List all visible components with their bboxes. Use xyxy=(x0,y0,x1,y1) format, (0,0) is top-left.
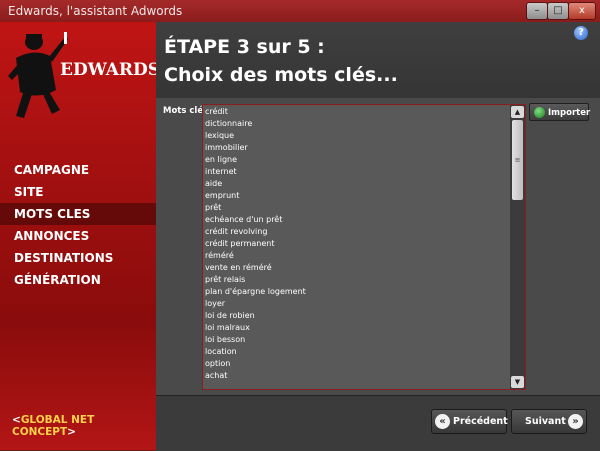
chevron-right-icon: » xyxy=(568,414,583,429)
brand-right-mark: > xyxy=(67,426,76,438)
sidebar: EDWARDS CAMPAGNE SITE MOTS CLES ANNONCES… xyxy=(0,22,160,450)
keyword-row[interactable]: loi besson xyxy=(204,334,510,346)
keyword-row[interactable]: emprunt xyxy=(204,190,510,202)
keyword-row[interactable]: location xyxy=(204,346,510,358)
title-bar[interactable]: Edwards, l'assistant Adwords – □ x xyxy=(0,0,600,22)
page-title: Choix des mots clés... xyxy=(164,64,398,86)
next-label: Suivant xyxy=(525,416,566,427)
keyword-row[interactable]: achat xyxy=(204,370,510,382)
keyword-row[interactable]: option xyxy=(204,358,510,370)
previous-button[interactable]: « Précédent xyxy=(431,409,508,434)
keyword-row[interactable]: crédit xyxy=(204,106,510,118)
import-button[interactable]: Importer xyxy=(529,103,591,121)
sidebar-item-mots-cles[interactable]: MOTS CLES xyxy=(0,203,156,225)
scroll-thumb[interactable]: ≡ xyxy=(512,120,523,200)
keyword-row[interactable]: prêt relais xyxy=(204,274,510,286)
brand-left-mark: < xyxy=(12,414,21,426)
keyword-row[interactable]: aide xyxy=(204,178,510,190)
keyword-row[interactable]: lexique xyxy=(204,130,510,142)
keyword-row[interactable]: internet xyxy=(204,166,510,178)
keyword-row[interactable]: loi malraux xyxy=(204,322,510,334)
sidebar-item-destinations[interactable]: DESTINATIONS xyxy=(0,247,156,269)
brand-text: GLOBAL NET CONCEPT xyxy=(12,414,95,438)
close-button[interactable]: x xyxy=(568,2,596,20)
help-icon[interactable]: ? xyxy=(574,26,588,40)
keyword-row[interactable]: immobilier xyxy=(204,142,510,154)
logo-text: EDWARDS xyxy=(60,60,161,80)
keyword-row[interactable]: dictionnaire xyxy=(204,118,510,130)
step-header: ÉTAPE 3 sur 5 : Choix des mots clés... ? xyxy=(156,22,600,99)
keywords-textarea[interactable]: crédit dictionnaire lexique immobilier en li… xyxy=(202,104,526,390)
scroll-up-icon[interactable]: ▲ xyxy=(511,106,524,118)
brand-footer: <GLOBAL NET CONCEPT> xyxy=(12,414,156,438)
keyword-row[interactable]: loyer xyxy=(204,298,510,310)
keyword-row[interactable]: echéance d'un prêt xyxy=(204,214,510,226)
maximize-button[interactable]: □ xyxy=(547,2,569,20)
keyword-row[interactable]: prêt xyxy=(204,202,510,214)
chevron-left-icon: « xyxy=(435,414,450,429)
previous-label: Précédent xyxy=(453,416,508,427)
sidebar-item-site[interactable]: SITE xyxy=(0,181,156,203)
footer-bar: « Précédent Suivant » xyxy=(156,395,600,451)
keyword-row[interactable]: en ligne xyxy=(204,154,510,166)
keywords-scrollbar[interactable]: ▲ ≡ ▼ xyxy=(510,105,525,389)
import-label: Importer xyxy=(548,108,591,118)
sidebar-item-annonces[interactable]: ANNONCES xyxy=(0,225,156,247)
keyword-row[interactable]: vente en réméré xyxy=(204,262,510,274)
step-indicator: ÉTAPE 3 sur 5 : xyxy=(164,36,325,58)
logo-figure-icon xyxy=(8,32,68,118)
main-panel: Mots clés crédit dictionnaire lexique immob… xyxy=(156,98,600,395)
next-button[interactable]: Suivant » xyxy=(511,409,587,434)
edwards-logo: EDWARDS xyxy=(8,30,160,130)
keyword-row[interactable]: plan d'épargne logement xyxy=(204,286,510,298)
app-window: Edwards, l'assistant Adwords – □ x EDWAR… xyxy=(0,0,600,451)
keyword-row[interactable]: loi de robien xyxy=(204,310,510,322)
keywords-list[interactable]: crédit dictionnaire lexique immobilier en li… xyxy=(204,106,510,388)
minimize-button[interactable]: – xyxy=(526,2,548,20)
keyword-row[interactable]: crédit revolving xyxy=(204,226,510,238)
keyword-row[interactable]: réméré xyxy=(204,250,510,262)
sidebar-item-generation[interactable]: GÉNÉRATION xyxy=(0,269,156,291)
sidebar-nav: CAMPAGNE SITE MOTS CLES ANNONCES DESTINA… xyxy=(0,159,156,291)
import-icon xyxy=(534,107,545,118)
scroll-down-icon[interactable]: ▼ xyxy=(511,376,524,388)
sidebar-item-campagne[interactable]: CAMPAGNE xyxy=(0,159,156,181)
keyword-row[interactable]: crédit permanent xyxy=(204,238,510,250)
window-title: Edwards, l'assistant Adwords xyxy=(8,4,183,18)
